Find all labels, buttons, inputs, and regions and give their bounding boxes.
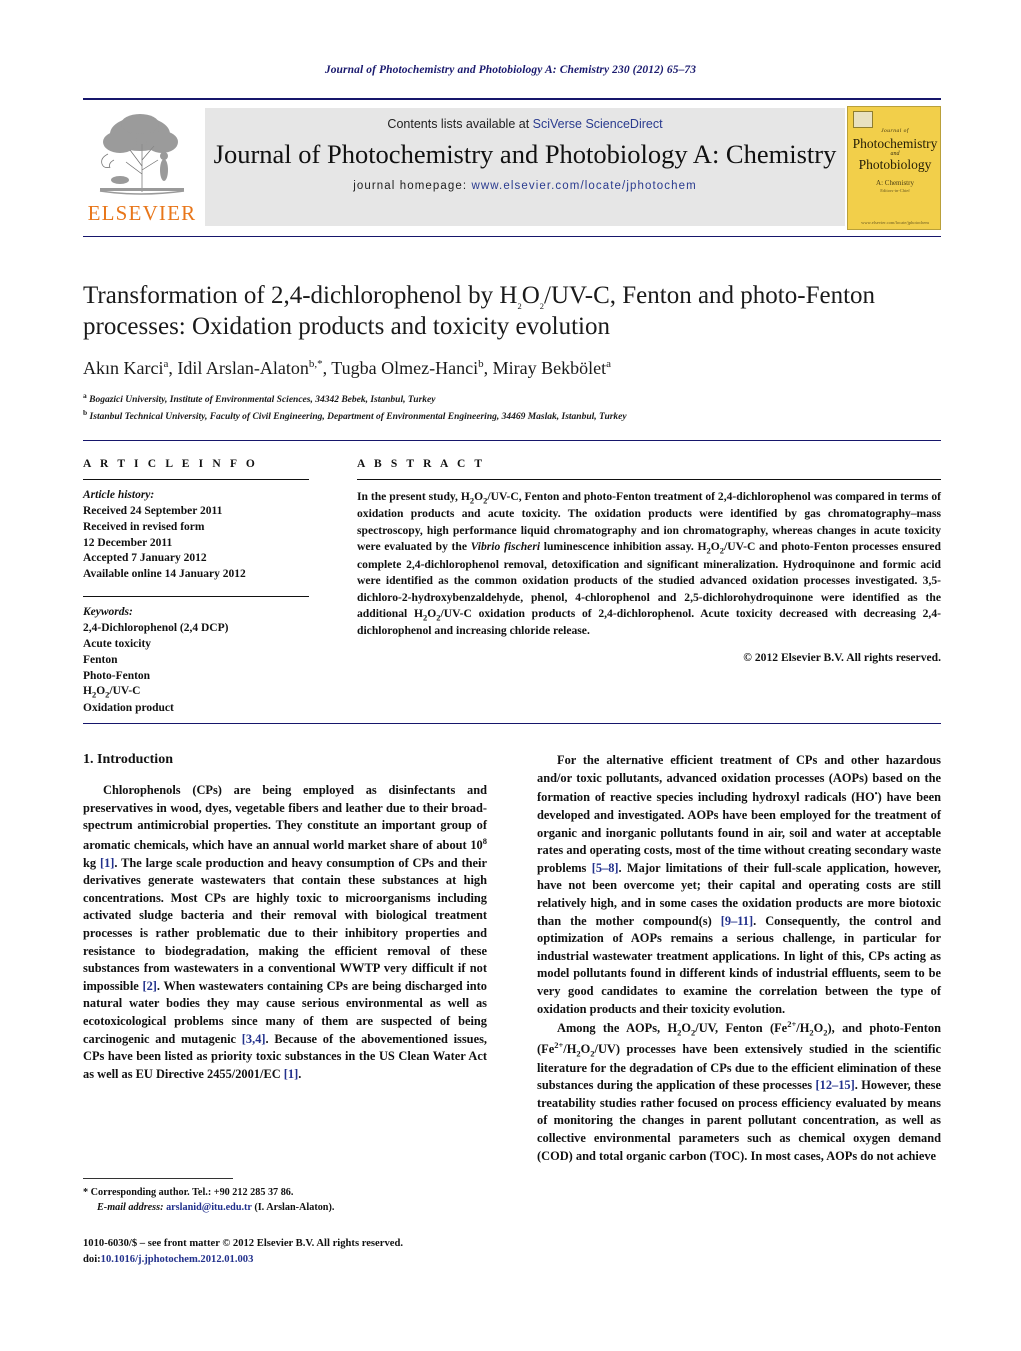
abstract-column: A B S T R A C T In the present study, H2… [357,458,941,664]
journal-title: Journal of Photochemistry and Photobiolo… [213,139,837,169]
body-paragraph: For the alternative efficient treatment … [537,753,942,1016]
contents-prefix: Contents lists available at [387,117,533,131]
keyword-item: 2,4-Dichlorophenol (2,4 DCP) [83,622,229,635]
history-item: Received in revised form [83,520,205,533]
title-block: Transformation of 2,4-dichlorophenol by … [83,243,941,425]
article-info-column: A R T I C L E I N F O Article history: R… [83,458,309,717]
keyword-item: Acute toxicity [83,637,152,650]
page-title: Transformation of 2,4-dichlorophenol by … [83,282,876,340]
article-history-group: Article history: Received 24 September 2… [83,488,309,583]
history-item: Accepted 7 January 2012 [83,552,207,565]
journal-homepage-link[interactable]: www.elsevier.com/locate/jphotochem [471,180,696,192]
doi-label: doi: [83,1253,101,1265]
email-label: E-mail address: [97,1201,164,1213]
article-info-rule [83,479,309,480]
masthead-bottom-rule [83,236,941,237]
homepage-prefix: journal homepage: [353,179,472,192]
doi-line: doi:10.1016/j.jphotochem.2012.01.003 [83,1252,563,1268]
journal-homepage-line: journal homepage: www.elsevier.com/locat… [353,180,697,192]
journal-band: Contents lists available at SciVerse Sci… [205,108,845,226]
article-history-label: Article history: [83,489,155,501]
keywords-separator-rule [83,596,309,598]
cover-sub: Journal of [881,128,909,134]
cover-series: A: Chemistry [876,179,914,187]
sciencedirect-link[interactable]: SciVerse ScienceDirect [533,117,663,131]
keywords-label: Keywords: [83,606,133,619]
keyword-item: Photo-Fenton [83,669,151,682]
affiliation-b: b Istanbul Technical University, Faculty… [83,408,627,423]
body-paragraph: Among the AOPs, H2O2/UV, Fenton (Fe2+/H2… [537,1019,942,1163]
article-info-heading: A R T I C L E I N F O [83,458,258,470]
abstract-text: In the present study, H2O2/UV-C, Fenton … [357,490,941,638]
info-bottom-rule [83,723,941,724]
abstract-copyright: © 2012 Elsevier B.V. All rights reserved… [743,650,941,664]
email-link[interactable]: arslanid@itu.edu.tr [166,1202,252,1213]
cover-editors: Editors-in-Chief [880,188,910,193]
affiliations: a Bogazici University, Institute of Envi… [83,390,941,425]
keyword-item: Oxidation product [83,702,174,715]
elsevier-logo: ELSEVIER [83,104,201,230]
paper-page: Journal of Photochemistry and Photobiolo… [0,0,1021,1351]
cover-line-photochemistry: Photochemistry [852,136,938,151]
doi-link[interactable]: 10.1016/j.jphotochem.2012.01.003 [101,1254,254,1265]
cover-footer-url: www.elsevier.com/locate/jphotochem [861,220,929,225]
cover-line-photobiology: Photobiology [858,157,932,172]
corresponding-author-footnote: * Corresponding author. Tel.: +90 212 28… [83,1186,487,1216]
history-item: Received 24 September 2011 [83,504,223,517]
issn-front-matter: 1010-6030/$ – see front matter © 2012 El… [83,1238,403,1249]
keyword-item: Fenton [83,653,118,666]
header-rule [83,98,941,100]
corresponding-author-line: * Corresponding author. Tel.: +90 212 28… [83,1187,294,1198]
cover-elsevier-mark-icon [853,111,873,128]
email-owner: (I. Arslan-Alaton). [254,1201,335,1213]
elsevier-wordmark: ELSEVIER [87,201,197,225]
author-list: Akın Karcia, Idil Arslan-Alatonb,*, Tugb… [83,358,611,378]
journal-cover-thumbnail: Journal of Photochemistry and Photobiolo… [847,106,941,230]
abstract-heading: A B S T R A C T [357,458,486,470]
keyword-item-h2o2: H2O2/UV-C [83,685,141,700]
info-top-rule [83,440,941,441]
history-item: 12 December 2011 [83,536,173,549]
affiliation-a: a Bogazici University, Institute of Envi… [83,391,436,406]
running-head: Journal of Photochemistry and Photobiolo… [324,64,697,76]
journal-masthead: ELSEVIER Contents lists available at Sci… [83,104,941,230]
body-column-left: 1. Introduction Chlorophenols (CPs) are … [83,752,487,1083]
contents-available-line: Contents lists available at SciVerse Sci… [387,117,662,131]
footnote-rule [83,1178,233,1179]
elsevier-tree-icon [91,105,193,201]
email-line: E-mail address: arslanid@itu.edu.tr (I. … [83,1201,487,1216]
imprint-block: 1010-6030/$ – see front matter © 2012 El… [83,1236,563,1268]
body-paragraph: Chlorophenols (CPs) are being employed a… [83,783,487,1081]
keywords-group: Keywords: 2,4-Dichlorophenol (2,4 DCP) A… [83,605,309,717]
body-column-right: For the alternative efficient treatment … [537,752,941,1165]
affiliation-b-text: Istanbul Technical University, Faculty o… [89,412,627,423]
history-item: Available online 14 January 2012 [83,568,246,581]
affiliation-a-text: Bogazici University, Institute of Enviro… [89,395,436,406]
section-heading-introduction: 1. Introduction [83,752,173,767]
abstract-rule [357,479,941,480]
